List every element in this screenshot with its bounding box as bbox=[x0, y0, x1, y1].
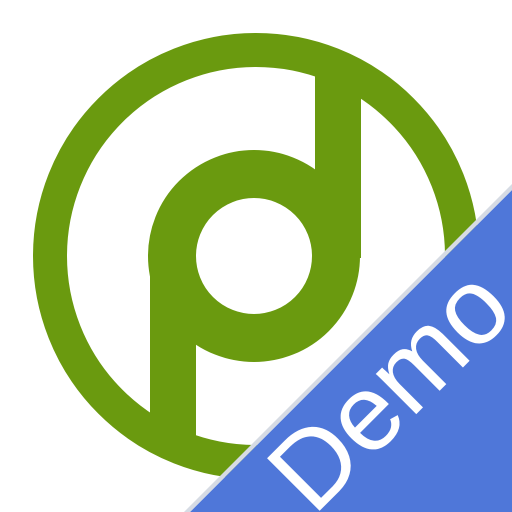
app-icon: Demo bbox=[0, 0, 512, 512]
demo-ribbon: Demo bbox=[184, 184, 512, 512]
